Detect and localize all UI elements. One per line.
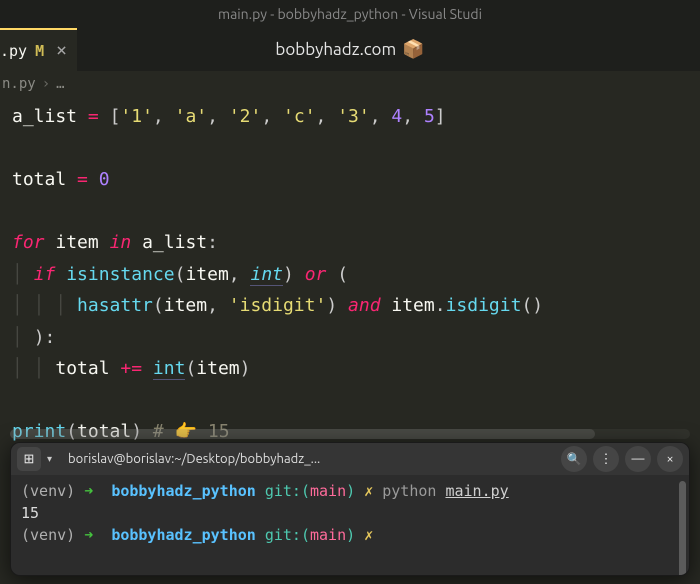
- terminal-titlebar: ⊞ ▾ borislav@borislav:~/Desktop/bobbyhad…: [11, 443, 689, 475]
- code-line: for item in a_list:: [12, 227, 700, 259]
- code-line: [12, 133, 700, 165]
- chevron-down-icon[interactable]: ▾: [47, 453, 52, 465]
- code-line: a_list = ['1', 'a', '2', 'c', '3', 4, 5]: [12, 101, 700, 133]
- minimize-icon: —: [632, 452, 645, 466]
- kebab-menu-icon: ⋮: [600, 452, 613, 467]
- horizontal-scrollbar[interactable]: [10, 429, 690, 439]
- tab-main-py[interactable]: .py M ×: [0, 28, 77, 71]
- brand-overlay: bobbyhadz.com 📦: [0, 28, 700, 71]
- window-title: main.py - bobbyhadz_python - Visual Stud…: [0, 0, 700, 28]
- new-tab-button[interactable]: ⊞: [17, 447, 41, 471]
- breadcrumb-more: …: [56, 76, 64, 92]
- tab-row: .py M × bobbyhadz.com 📦: [0, 28, 700, 71]
- terminal-window: ⊞ ▾ borislav@borislav:~/Desktop/bobbyhad…: [10, 442, 690, 576]
- code-line: [12, 196, 700, 228]
- menu-button[interactable]: ⋮: [593, 446, 619, 472]
- close-icon: ×: [666, 452, 673, 466]
- code-editor[interactable]: a_list = ['1', 'a', '2', 'c', '3', 4, 5]…: [0, 97, 700, 448]
- close-button[interactable]: ×: [657, 446, 683, 472]
- minimize-button[interactable]: —: [625, 446, 651, 472]
- terminal-body[interactable]: (venv) ➜ bobbyhadz_python git:(main) ✗ p…: [11, 475, 689, 576]
- terminal-title: borislav@borislav:~/Desktop/bobbyhadz_..…: [68, 452, 320, 466]
- brand-text: bobbyhadz.com: [275, 40, 396, 59]
- breadcrumb[interactable]: n.py › …: [0, 71, 700, 97]
- terminal-scrollbar[interactable]: [679, 481, 686, 576]
- code-line: │ if isinstance(item, int) or (: [12, 259, 700, 291]
- scrollbar-thumb[interactable]: [10, 429, 595, 439]
- code-line: [12, 385, 700, 417]
- terminal-output: 15: [21, 504, 39, 522]
- tab-close-icon[interactable]: ×: [56, 40, 67, 61]
- tab-filename: .py: [0, 42, 27, 60]
- search-button[interactable]: 🔍: [561, 446, 587, 472]
- code-line: total = 0: [12, 164, 700, 196]
- code-line: │ │ │ hasattr(item, 'isdigit') and item.…: [12, 290, 700, 322]
- code-line: │ ):: [12, 322, 700, 354]
- code-line: │ │ total += int(item): [12, 353, 700, 385]
- search-icon: 🔍: [567, 452, 582, 466]
- chevron-right-icon: ›: [42, 76, 50, 92]
- plus-icon: ⊞: [24, 452, 35, 467]
- package-icon: 📦: [402, 39, 424, 60]
- tab-modified-indicator: M: [35, 42, 44, 60]
- breadcrumb-file: n.py: [2, 76, 36, 92]
